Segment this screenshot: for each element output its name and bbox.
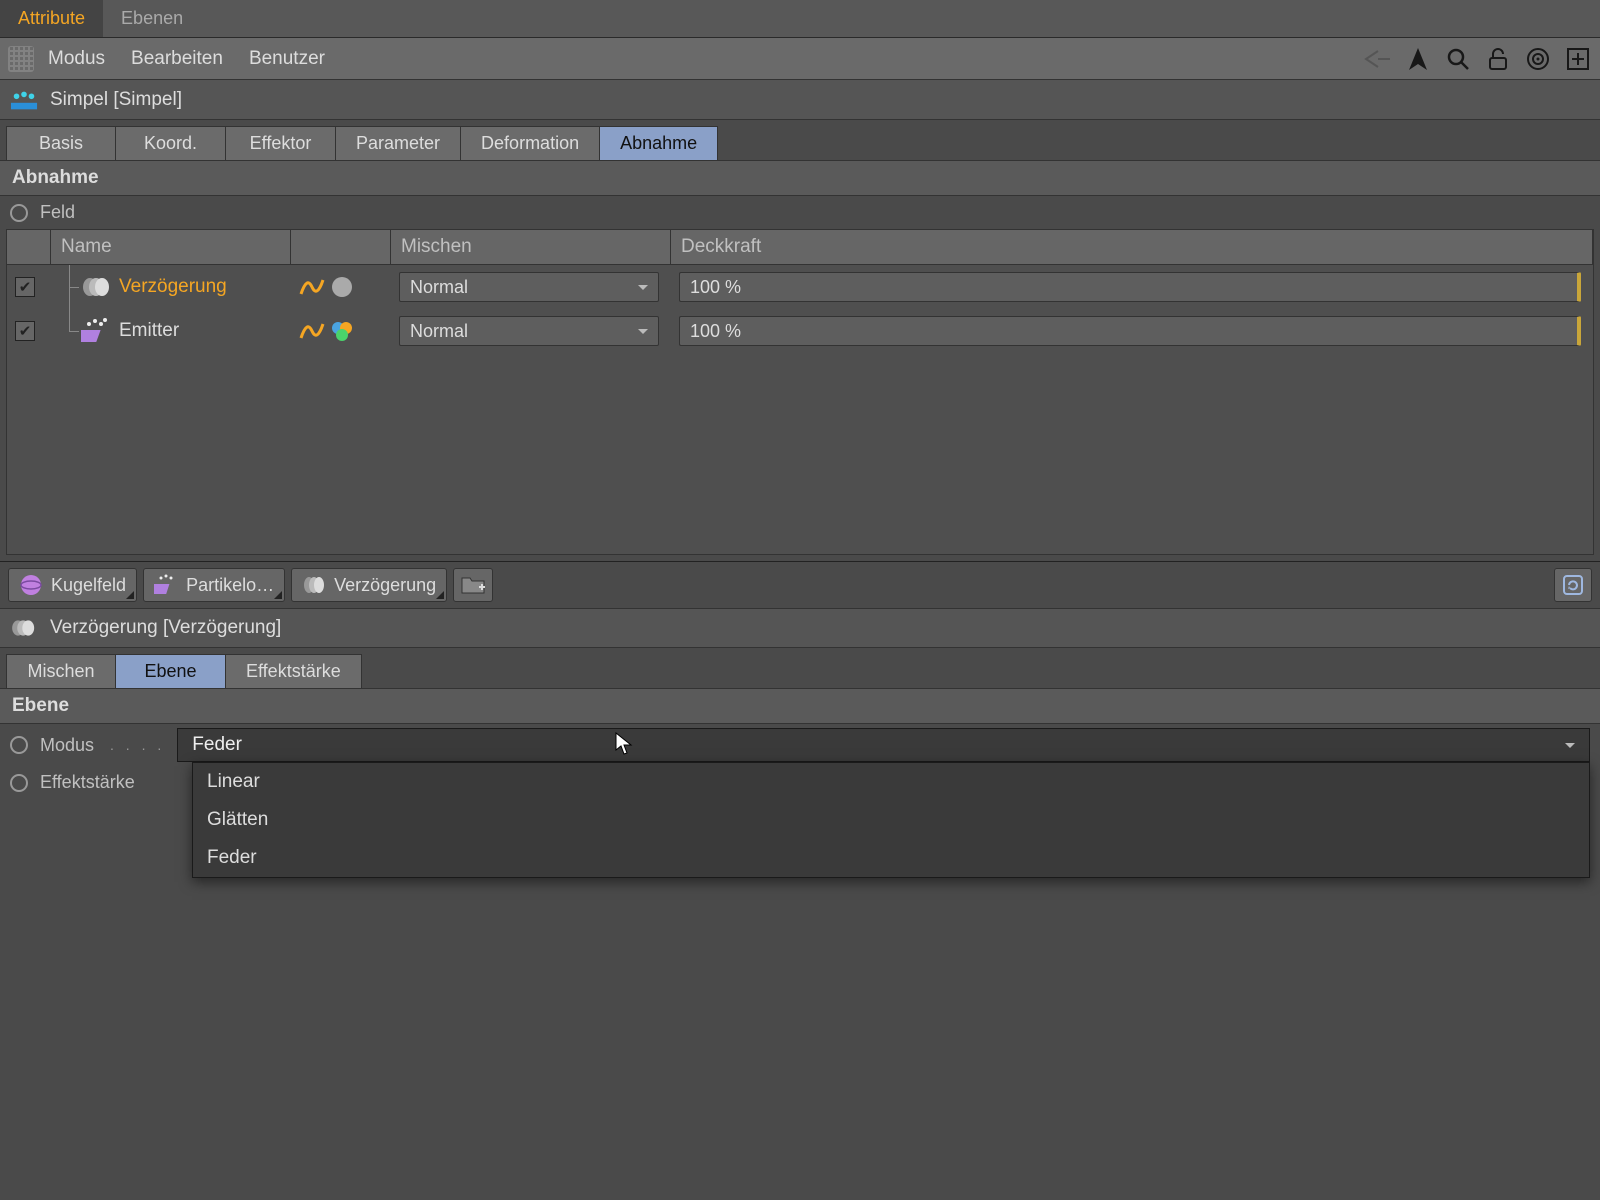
tab-abnahme[interactable]: Abnahme bbox=[600, 126, 718, 160]
tab-mischen[interactable]: Mischen bbox=[6, 654, 116, 688]
modus-row: Modus . . . . Feder Linear Glätten Feder bbox=[0, 724, 1600, 766]
modus-option-glaetten[interactable]: Glätten bbox=[193, 801, 1589, 839]
quicknav-verzoegerung[interactable]: Verzögerung bbox=[291, 568, 447, 602]
effekt-label: Effektstärke bbox=[40, 772, 135, 793]
quicknav-kugelfeld[interactable]: Kugelfeld bbox=[8, 568, 137, 602]
opacity-input[interactable]: 100 % bbox=[679, 316, 1581, 346]
row-enable-checkbox[interactable] bbox=[15, 277, 35, 297]
feld-keyframe-radio[interactable] bbox=[10, 204, 28, 222]
value-channel-icon[interactable] bbox=[299, 318, 325, 344]
object-title: Verzögerung [Verzögerung] bbox=[50, 617, 281, 639]
object-header-simpel: Simpel [Simpel] bbox=[0, 80, 1600, 120]
menu-bar: Modus Bearbeiten Benutzer bbox=[0, 38, 1600, 80]
object-header-verzoegerung: Verzögerung [Verzögerung] bbox=[0, 608, 1600, 648]
quicknav-label: Partikelo… bbox=[186, 575, 274, 596]
row-name[interactable]: Emitter bbox=[119, 320, 179, 342]
tab-basis[interactable]: Basis bbox=[6, 126, 116, 160]
tab-ebene[interactable]: Ebene bbox=[116, 654, 226, 688]
sphere-field-icon bbox=[19, 573, 43, 597]
modus-label: Modus bbox=[40, 735, 94, 756]
modus-keyframe-radio[interactable] bbox=[10, 736, 28, 754]
menu-bearbeiten[interactable]: Bearbeiten bbox=[131, 48, 223, 70]
delay-field-icon bbox=[302, 573, 326, 597]
navigate-back-icon[interactable] bbox=[1364, 45, 1392, 73]
tab-effektstaerke[interactable]: Effektstärke bbox=[226, 654, 362, 688]
mix-mode-dropdown[interactable]: Normal bbox=[399, 316, 659, 346]
row-name[interactable]: Verzögerung bbox=[119, 276, 227, 298]
quicknav-label: Kugelfeld bbox=[51, 575, 126, 596]
section-ebene: Ebene bbox=[0, 688, 1600, 724]
quicknav-partikel[interactable]: Partikelo… bbox=[143, 568, 285, 602]
label-dots: . . . . bbox=[110, 737, 165, 753]
grid-icon[interactable] bbox=[8, 46, 34, 72]
restore-icon bbox=[1561, 573, 1585, 597]
col-mischen[interactable]: Mischen bbox=[391, 230, 671, 264]
col-deckkraft[interactable]: Deckkraft bbox=[671, 230, 1593, 264]
search-icon[interactable] bbox=[1444, 45, 1472, 73]
effector-icon bbox=[10, 89, 38, 111]
field-rows[interactable]: Verzögerung Normal 100 % Emitter Normal … bbox=[6, 265, 1594, 555]
color-channel-icon[interactable] bbox=[329, 318, 355, 344]
tab-parameter[interactable]: Parameter bbox=[336, 126, 461, 160]
section-abnahme: Abnahme bbox=[0, 160, 1600, 196]
particle-layer-icon bbox=[81, 318, 113, 344]
modus-dropdown-popup: Linear Glätten Feder bbox=[192, 762, 1590, 878]
modus-option-linear[interactable]: Linear bbox=[193, 763, 1589, 801]
feld-label: Feld bbox=[40, 202, 75, 223]
lower-tabs: Mischen Ebene Effektstärke bbox=[0, 648, 1600, 688]
field-row-verzoegerung[interactable]: Verzögerung Normal 100 % bbox=[7, 265, 1593, 309]
mix-mode-dropdown[interactable]: Normal bbox=[399, 272, 659, 302]
value-channel-icon[interactable] bbox=[299, 274, 325, 300]
restore-defaults-button[interactable] bbox=[1554, 568, 1592, 602]
target-icon[interactable] bbox=[1524, 45, 1552, 73]
quicknav-label: Verzögerung bbox=[334, 575, 436, 596]
menu-benutzer[interactable]: Benutzer bbox=[249, 48, 325, 70]
effekt-keyframe-radio[interactable] bbox=[10, 774, 28, 792]
field-row-emitter[interactable]: Emitter Normal 100 % bbox=[7, 309, 1593, 353]
upper-tabs: Basis Koord. Effektor Parameter Deformat… bbox=[0, 120, 1600, 160]
tab-ebenen[interactable]: Ebenen bbox=[103, 0, 201, 37]
locate-icon[interactable] bbox=[1404, 45, 1432, 73]
tab-attribute[interactable]: Attribute bbox=[0, 0, 103, 37]
opacity-input[interactable]: 100 % bbox=[679, 272, 1581, 302]
tab-koord[interactable]: Koord. bbox=[116, 126, 226, 160]
folder-plus-icon bbox=[460, 574, 486, 596]
tab-deformation[interactable]: Deformation bbox=[461, 126, 600, 160]
particle-field-icon bbox=[154, 573, 178, 597]
add-folder-button[interactable] bbox=[453, 568, 493, 602]
delay-icon bbox=[10, 617, 38, 639]
add-panel-icon[interactable] bbox=[1564, 45, 1592, 73]
tab-effektor[interactable]: Effektor bbox=[226, 126, 336, 160]
param-feld: Feld bbox=[0, 196, 1600, 229]
menu-modus[interactable]: Modus bbox=[48, 48, 105, 70]
quick-nav: Kugelfeld Partikelo… Verzögerung bbox=[0, 561, 1600, 608]
col-name[interactable]: Name bbox=[51, 230, 291, 264]
color-channel-icon[interactable] bbox=[329, 274, 355, 300]
lock-icon[interactable] bbox=[1484, 45, 1512, 73]
object-title: Simpel [Simpel] bbox=[50, 89, 182, 111]
top-tab-bar: Attribute Ebenen bbox=[0, 0, 1600, 38]
modus-option-feder[interactable]: Feder bbox=[193, 839, 1589, 877]
modus-dropdown[interactable]: Feder bbox=[177, 728, 1590, 762]
field-table-header: Name Mischen Deckkraft bbox=[6, 229, 1594, 265]
delay-layer-icon bbox=[81, 274, 113, 300]
row-enable-checkbox[interactable] bbox=[15, 321, 35, 341]
